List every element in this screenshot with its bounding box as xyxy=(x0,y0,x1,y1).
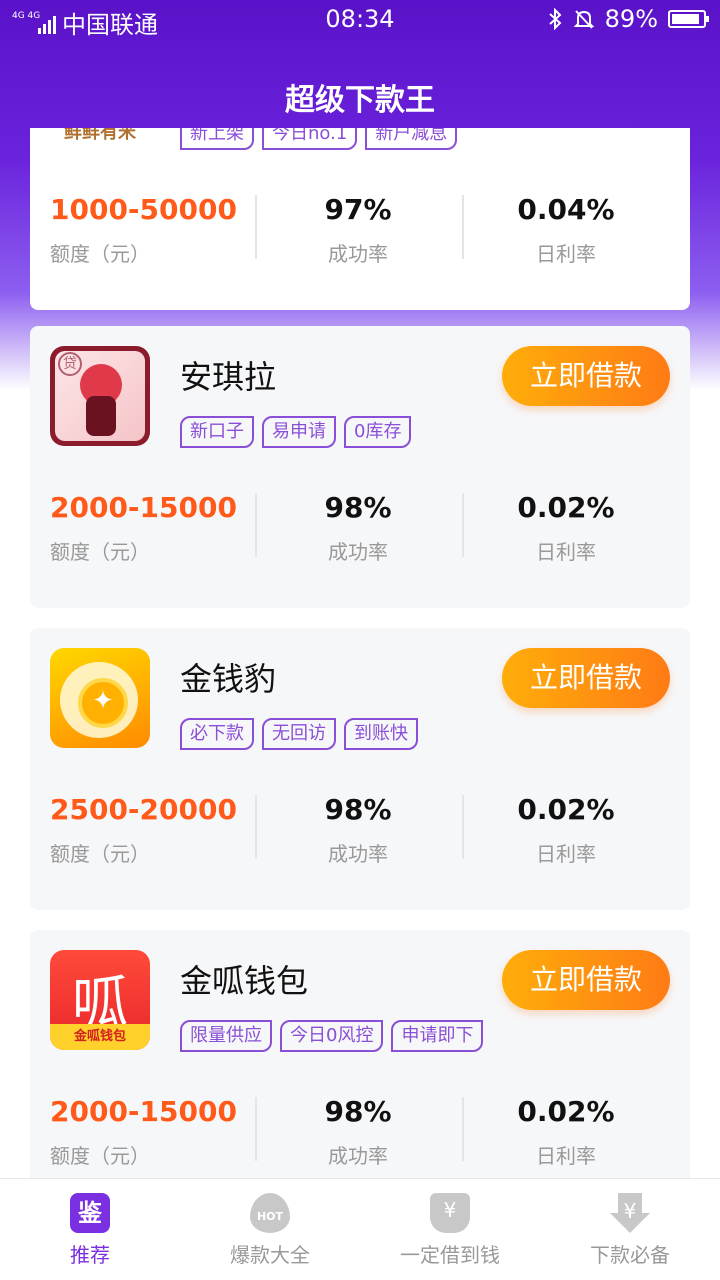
app-name: 金钱豹 xyxy=(180,660,277,698)
daily-rate-label: 日利率 xyxy=(536,242,596,266)
success-rate-label: 成功率 xyxy=(328,540,388,564)
daily-rate: 0.02% xyxy=(517,1095,615,1128)
divider xyxy=(462,195,464,259)
tag: 新上架 xyxy=(180,128,254,150)
apply-now-button[interactable]: 立即借款 xyxy=(502,346,670,406)
app-logo-jingua: 呱 金呱钱包 xyxy=(50,950,150,1050)
loan-stats: 2500-20000 额度（元） 98% 成功率 0.02% 日利率 xyxy=(30,793,690,873)
apply-now-button[interactable]: 立即借款 xyxy=(502,648,670,708)
app-logo: 鲜鲜有米 xyxy=(50,128,150,148)
tab-label: 一定借到钱 xyxy=(400,1243,500,1267)
divider xyxy=(255,795,257,859)
bluetooth-icon xyxy=(548,8,562,30)
loan-stats: 2000-15000 额度（元） 98% 成功率 0.02% 日利率 xyxy=(30,491,690,571)
loan-stats: 2000-15000 额度（元） 98% 成功率 0.02% 日利率 xyxy=(30,1095,690,1175)
app-logo-leopard: ✦ xyxy=(50,648,150,748)
tag: 申请即下 xyxy=(391,1020,484,1052)
amount-label: 额度（元） xyxy=(50,540,150,564)
daily-rate-label: 日利率 xyxy=(536,1144,596,1168)
amount-range: 1000-50000 xyxy=(50,193,237,226)
money-hand-icon: ¥ xyxy=(430,1193,470,1233)
hot-icon: HOT xyxy=(250,1193,290,1233)
tag: 0库存 xyxy=(344,416,412,448)
tab-label: 下款必备 xyxy=(590,1243,670,1267)
amount-label: 额度（元） xyxy=(50,1144,150,1168)
divider xyxy=(255,195,257,259)
daily-rate: 0.04% xyxy=(517,193,615,226)
daily-rate: 0.02% xyxy=(517,793,615,826)
success-rate-label: 成功率 xyxy=(328,242,388,266)
page-title: 超级下款王 xyxy=(285,83,435,118)
tag: 到账快 xyxy=(344,718,418,750)
logo-text: 鲜鲜有米 xyxy=(64,128,136,143)
amount-range: 2500-20000 xyxy=(50,793,237,826)
tab-essentials[interactable]: ¥ 下款必备 xyxy=(540,1179,720,1280)
success-rate: 97% xyxy=(324,193,392,226)
status-right: 89% xyxy=(547,5,709,33)
bell-muted-icon xyxy=(573,10,595,29)
divider xyxy=(255,493,257,557)
success-rate-label: 成功率 xyxy=(328,842,388,866)
success-rate: 98% xyxy=(324,1095,392,1128)
download-money-icon: ¥ xyxy=(610,1193,650,1233)
loan-card[interactable]: 贷 安琪拉 立即借款 新口子 易申请 0库存 2000-15000 额度（元） … xyxy=(30,326,690,608)
tag-list: 必下款 无回访 到账快 xyxy=(180,718,418,750)
apply-now-button[interactable]: 立即借款 xyxy=(502,950,670,1010)
success-rate: 98% xyxy=(324,491,392,524)
battery-percent: 89% xyxy=(604,5,658,33)
tag: 新户减息 xyxy=(365,128,458,150)
logo-caption: 金呱钱包 xyxy=(50,1024,150,1050)
tab-hot[interactable]: HOT 爆款大全 xyxy=(180,1179,360,1280)
tab-label: 爆款大全 xyxy=(230,1243,310,1267)
loan-card[interactable]: 鲜鲜有米 新上架 今日no.1 新户减息 1000-50000 额度（元） 97… xyxy=(30,128,690,310)
tag: 今日no.1 xyxy=(262,128,358,150)
appraise-icon: 鉴 xyxy=(70,1193,110,1233)
success-rate: 98% xyxy=(324,793,392,826)
daily-rate-label: 日利率 xyxy=(536,842,596,866)
loan-stats: 1000-50000 额度（元） 97% 成功率 0.04% 日利率 xyxy=(30,193,690,273)
app-logo-angela: 贷 xyxy=(50,346,150,446)
divider xyxy=(255,1097,257,1161)
divider xyxy=(462,795,464,859)
success-rate-label: 成功率 xyxy=(328,1144,388,1168)
tag: 今日0风控 xyxy=(280,1020,384,1052)
tag: 新口子 xyxy=(180,416,254,448)
divider xyxy=(462,1097,464,1161)
tag: 限量供应 xyxy=(180,1020,272,1052)
bottom-tab-bar: 鉴 推荐 HOT 爆款大全 ¥ 一定借到钱 ¥ 下款必备 xyxy=(0,1178,720,1280)
status-bar: 4G 4G 中国联通 08:34 89% xyxy=(0,0,720,40)
tag-list: 新口子 易申请 0库存 xyxy=(180,416,412,448)
amount-range: 2000-15000 xyxy=(50,491,237,524)
amount-label: 额度（元） xyxy=(50,242,150,266)
daily-rate-label: 日利率 xyxy=(536,540,596,564)
tab-guaranteed-loan[interactable]: ¥ 一定借到钱 xyxy=(360,1179,540,1280)
daily-rate: 0.02% xyxy=(517,491,615,524)
loan-card[interactable]: ✦ 金钱豹 立即借款 必下款 无回访 到账快 2500-20000 额度（元） … xyxy=(30,628,690,910)
tab-recommend[interactable]: 鉴 推荐 xyxy=(0,1179,180,1280)
tag: 必下款 xyxy=(180,718,254,750)
app-name: 金呱钱包 xyxy=(180,962,309,1000)
tag: 易申请 xyxy=(262,416,336,448)
logo-text: 贷 xyxy=(58,352,82,376)
amount-range: 2000-15000 xyxy=(50,1095,237,1128)
app-name: 安琪拉 xyxy=(180,358,277,396)
tag: 无回访 xyxy=(262,718,336,750)
battery-icon xyxy=(668,10,709,28)
tag-list: 限量供应 今日0风控 申请即下 xyxy=(180,1020,484,1052)
loan-card[interactable]: 呱 金呱钱包 金呱钱包 立即借款 限量供应 今日0风控 申请即下 2000-15… xyxy=(30,930,690,1178)
tab-label: 推荐 xyxy=(70,1243,110,1267)
divider xyxy=(462,493,464,557)
loan-list[interactable]: 鲜鲜有米 新上架 今日no.1 新户减息 1000-50000 额度（元） 97… xyxy=(0,128,720,1178)
tag-list: 新上架 今日no.1 新户减息 xyxy=(180,128,458,150)
amount-label: 额度（元） xyxy=(50,842,150,866)
